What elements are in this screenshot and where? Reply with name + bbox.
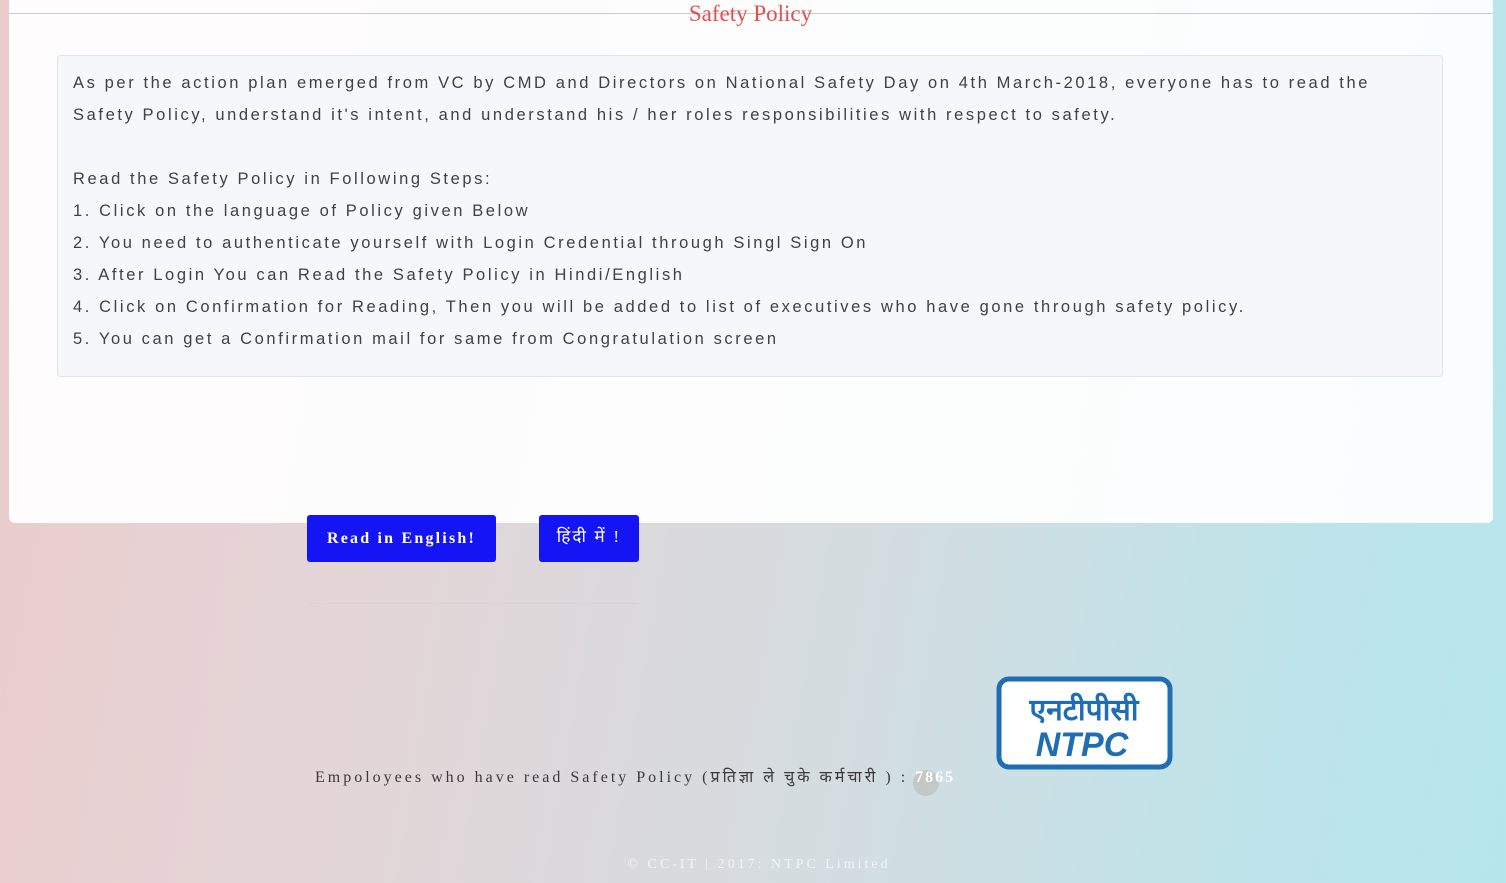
logo-english-text: NTPC bbox=[1036, 726, 1129, 764]
step-item-2: 2. You need to authenticate yourself wit… bbox=[73, 234, 869, 252]
step-item-5: 5. You can get a Confirmation mail for s… bbox=[73, 330, 779, 348]
ntpc-logo: एनटीपीसी NTPC bbox=[996, 676, 1173, 770]
read-count-value: 7865 bbox=[915, 769, 956, 786]
read-in-english-button[interactable]: Read in English! bbox=[307, 515, 496, 562]
page-title: Safety Policy bbox=[609, 0, 892, 28]
read-in-hindi-button[interactable]: हिंदी में ! bbox=[539, 515, 639, 562]
intro-line-2: Safety Policy, understand it's intent, a… bbox=[73, 106, 1118, 124]
logo-hindi-text: एनटीपीसी bbox=[1029, 692, 1140, 728]
step-item-1: 1. Click on the language of Policy given… bbox=[73, 202, 531, 220]
policy-card: Safety Policy As per the action plan eme… bbox=[9, 0, 1493, 523]
page-title-text: Safety Policy bbox=[688, 1, 813, 26]
steps-heading: Read the Safety Policy in Following Step… bbox=[73, 170, 493, 188]
button-divider bbox=[307, 603, 639, 604]
read-count-label: Empoloyees who have read Safety Policy (… bbox=[315, 769, 916, 786]
read-count-line: Empoloyees who have read Safety Policy (… bbox=[315, 765, 955, 791]
step-item-3: 3. After Login You can Read the Safety P… bbox=[73, 266, 685, 284]
footer-copyright: © CC-IT | 2017: NTPC Limited bbox=[627, 857, 891, 872]
step-item-4: 4. Click on Confirmation for Reading, Th… bbox=[73, 298, 1246, 316]
intro-line-1: As per the action plan emerged from VC b… bbox=[73, 74, 1371, 92]
instructions-panel: As per the action plan emerged from VC b… bbox=[57, 55, 1443, 377]
